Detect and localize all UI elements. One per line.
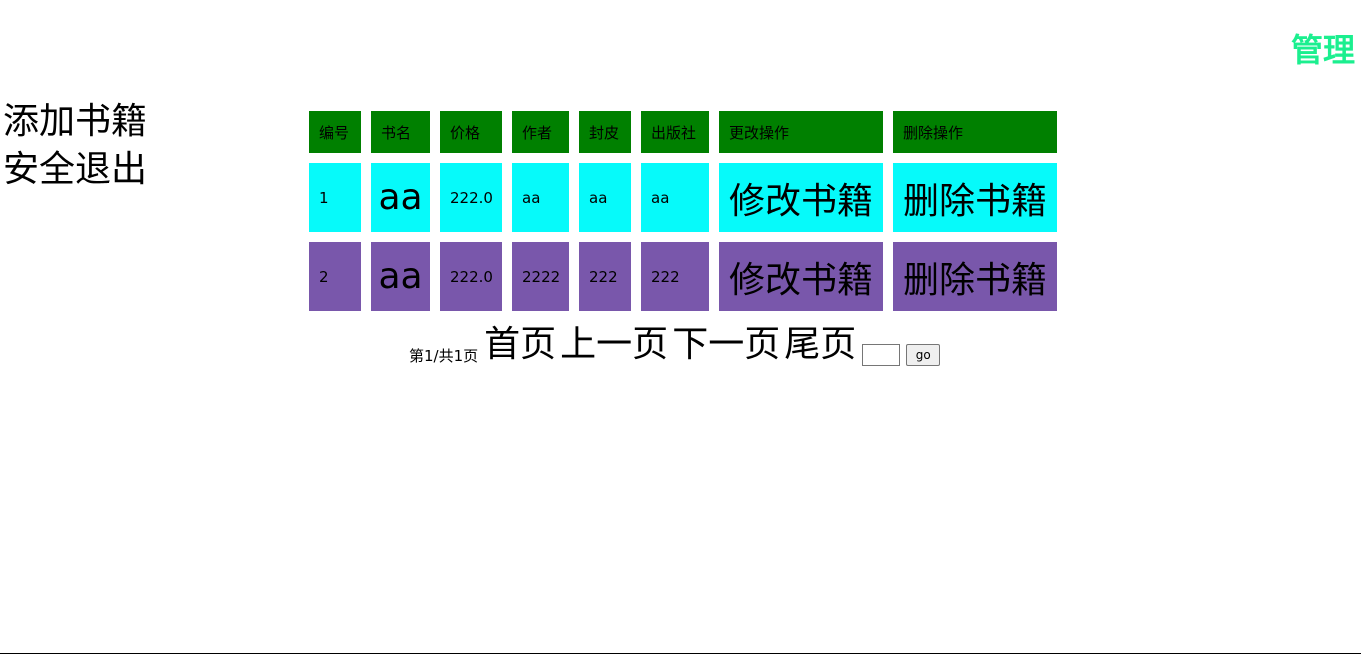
cell-edit: 修改书籍 [719, 242, 883, 311]
column-header-name: 书名 [371, 111, 430, 153]
logout-link[interactable]: 安全退出 [3, 146, 203, 194]
cell-author: 2222 [512, 242, 569, 311]
delete-book-link[interactable]: 删除书籍 [903, 181, 1047, 222]
cell-delete: 删除书籍 [893, 242, 1057, 311]
column-header-publisher: 出版社 [641, 111, 709, 153]
column-header-delete: 删除操作 [893, 111, 1057, 153]
column-header-edit: 更改操作 [719, 111, 883, 153]
go-button[interactable]: go [906, 344, 941, 366]
pagination: 第1/共1页 首页 上一页 下一页 尾页 go [409, 322, 941, 366]
cell-author: aa [512, 163, 569, 232]
books-table: 编号 书名 价格 作者 封皮 出版社 更改操作 删除操作 1 aa 222.0 … [299, 101, 1067, 321]
column-header-cover: 封皮 [579, 111, 631, 153]
cell-id: 2 [309, 242, 361, 311]
add-book-link[interactable]: 添加书籍 [3, 98, 203, 146]
column-header-price: 价格 [440, 111, 502, 153]
cell-publisher: 222 [641, 242, 709, 311]
sidebar: 添加书籍 安全退出 [3, 98, 203, 194]
cell-price: 222.0 [440, 163, 502, 232]
last-page-link[interactable]: 尾页 [784, 324, 856, 366]
prev-page-link[interactable]: 上一页 [560, 324, 668, 366]
column-header-author: 作者 [512, 111, 569, 153]
edit-book-link[interactable]: 修改书籍 [729, 260, 873, 301]
cell-delete: 删除书籍 [893, 163, 1057, 232]
cell-edit: 修改书籍 [719, 163, 883, 232]
page: 管理 添加书籍 安全退出 编号 书名 价格 作者 封皮 出版社 更改操作 删除操… [0, 0, 1361, 654]
cell-cover: aa [579, 163, 631, 232]
edit-book-link[interactable]: 修改书籍 [729, 181, 873, 222]
page-number-input[interactable] [862, 344, 901, 366]
column-header-id: 编号 [309, 111, 361, 153]
cell-price: 222.0 [440, 242, 502, 311]
cell-cover: 222 [579, 242, 631, 311]
page-title: 管理 [1290, 31, 1355, 69]
first-page-link[interactable]: 首页 [484, 324, 556, 366]
next-page-link[interactable]: 下一页 [672, 324, 780, 366]
table-row: 1 aa 222.0 aa aa aa 修改书籍 删除书籍 [309, 163, 1057, 232]
cell-id: 1 [309, 163, 361, 232]
page-info: 第1/共1页 [409, 347, 479, 365]
table-row: 2 aa 222.0 2222 222 222 修改书籍 删除书籍 [309, 242, 1057, 311]
delete-book-link[interactable]: 删除书籍 [903, 260, 1047, 301]
cell-name: aa [371, 242, 430, 311]
cell-publisher: aa [641, 163, 709, 232]
cell-name: aa [371, 163, 430, 232]
table-header-row: 编号 书名 价格 作者 封皮 出版社 更改操作 删除操作 [309, 111, 1057, 153]
